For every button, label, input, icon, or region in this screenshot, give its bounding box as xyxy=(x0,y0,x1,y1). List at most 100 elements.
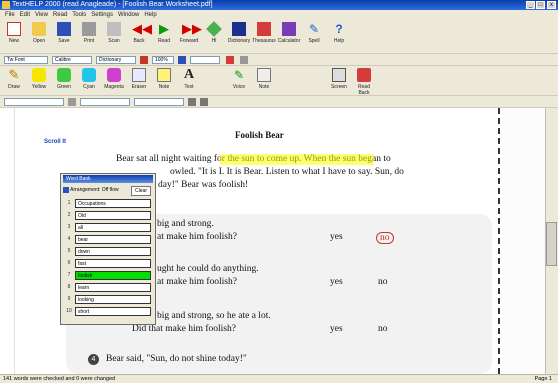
word-row[interactable]: 4 bear xyxy=(65,234,151,245)
print-button[interactable]: Print xyxy=(77,22,101,44)
word-row[interactable]: 5 down xyxy=(65,246,151,257)
question-3-statement[interactable]: big and strong, so he ate a lot. xyxy=(157,311,271,321)
read-back-tool[interactable]: Read Back xyxy=(352,68,376,96)
question-3-yes[interactable]: yes xyxy=(330,324,343,334)
word-row[interactable]: 9 looking xyxy=(65,294,151,305)
menu-tools[interactable]: Tools xyxy=(72,12,86,18)
menu-edit[interactable]: Edit xyxy=(20,12,30,18)
text-line-3[interactable]: day!" Bear was foolish! xyxy=(158,180,248,190)
menu-help[interactable]: Help xyxy=(144,12,156,18)
highlight-button[interactable]: Hl xyxy=(202,21,226,44)
maximize-button[interactable]: □ xyxy=(536,1,545,9)
green-highlighter[interactable]: Green xyxy=(52,68,76,90)
word-cell[interactable]: short xyxy=(75,307,151,316)
font-select[interactable]: Tw Font xyxy=(4,56,48,64)
forward-button[interactable]: ▶▶ Forward xyxy=(177,22,202,45)
word-cell[interactable]: all xyxy=(75,223,151,232)
screen-tool[interactable]: Screen xyxy=(327,68,351,90)
note-tool[interactable]: Note xyxy=(152,68,176,90)
draw-tool[interactable]: ✎ Draw xyxy=(2,68,26,91)
style-option-icon[interactable] xyxy=(68,98,76,106)
options-icon[interactable] xyxy=(200,98,208,106)
word-cell[interactable]: bear xyxy=(75,235,151,244)
magenta-highlighter[interactable]: Magenta xyxy=(102,68,126,90)
question-1-no-circled[interactable]: no xyxy=(376,232,394,244)
speed-select[interactable] xyxy=(134,98,184,106)
style-select[interactable] xyxy=(4,98,64,106)
word-cell[interactable]: looking xyxy=(75,295,151,304)
option-icon[interactable] xyxy=(226,56,234,64)
format-option-icon[interactable] xyxy=(140,56,148,64)
dictionary-button[interactable]: Dictionary xyxy=(227,22,251,44)
yellow-highlight xyxy=(220,154,374,165)
menu-read[interactable]: Read xyxy=(53,12,67,18)
minimize-button[interactable]: _ xyxy=(526,1,535,9)
read-button[interactable]: ▶ Read xyxy=(152,22,176,45)
folder-icon xyxy=(32,22,46,36)
text-tool[interactable]: A Text xyxy=(177,68,201,91)
extra-select[interactable] xyxy=(190,56,220,64)
word-cell[interactable]: foolish xyxy=(75,271,151,280)
eraser-tool[interactable]: Eraser xyxy=(127,68,151,90)
word-cell[interactable]: fast xyxy=(75,259,151,268)
menu-bar: File Edit View Read Tools Settings Window Help xyxy=(0,10,558,20)
main-toolbar: New Open Save Print Scan ◀◀ Back ▶ Read ▶▶… xyxy=(0,20,558,54)
menu-window[interactable]: Window xyxy=(118,12,139,18)
panel-clear-button[interactable]: Clear xyxy=(131,186,151,196)
yellow-highlighter[interactable]: Yellow xyxy=(27,68,51,90)
word-row[interactable]: 2 Old xyxy=(65,210,151,221)
menu-view[interactable]: View xyxy=(35,12,48,18)
scan-button[interactable]: Scan xyxy=(102,22,126,44)
panel-filter-label[interactable]: Arrangement: Off flow xyxy=(70,187,119,193)
word-row[interactable]: 1 Occupations xyxy=(65,198,151,209)
scrollbar-thumb[interactable] xyxy=(546,222,557,266)
word-row-selected[interactable]: 7 foolish xyxy=(65,270,151,281)
word-cell[interactable]: down xyxy=(75,247,151,256)
dictionary-select[interactable]: Dictionary xyxy=(96,56,136,64)
zoom-select[interactable]: 100% xyxy=(152,56,174,64)
color-option-icon[interactable] xyxy=(178,56,186,64)
word-cell[interactable]: learn xyxy=(75,283,151,292)
word-cell[interactable]: Occupations xyxy=(75,199,151,208)
word-cell[interactable]: Old xyxy=(75,211,151,220)
calculator-icon xyxy=(282,22,296,36)
open-button[interactable]: Open xyxy=(27,22,51,44)
note2-tool[interactable]: Note xyxy=(252,68,276,90)
voice-tool[interactable]: ✎ Voice xyxy=(227,68,251,90)
question-1-prompt[interactable]: at make him foolish? xyxy=(157,232,237,242)
question-2-no[interactable]: no xyxy=(378,277,388,287)
close-button[interactable]: x xyxy=(547,1,556,9)
back-button[interactable]: ◀◀ Back xyxy=(127,22,152,45)
voice-select[interactable] xyxy=(80,98,130,106)
margin-label[interactable]: Scroll It xyxy=(44,139,66,145)
question-1-yes[interactable]: yes xyxy=(330,232,343,242)
question-2-prompt[interactable]: at make him foolish? xyxy=(157,277,237,287)
save-button[interactable]: Save xyxy=(52,22,76,44)
cyan-highlighter[interactable]: Cyan xyxy=(77,68,101,90)
grid-icon[interactable] xyxy=(240,56,248,64)
question-3-no[interactable]: no xyxy=(378,324,388,334)
panel-arrangement-icon[interactable] xyxy=(63,186,69,193)
word-bank-panel[interactable]: Word Bank Arrangement: Off flow Clear 1O… xyxy=(60,173,156,325)
menu-settings[interactable]: Settings xyxy=(91,12,113,18)
word-row[interactable]: 6 fast xyxy=(65,258,151,269)
word-row[interactable]: 3 all xyxy=(65,222,151,233)
calculator-button[interactable]: Calculator xyxy=(277,22,301,44)
printer-icon xyxy=(82,22,96,36)
question-4-statement[interactable]: Bear said, "Sun, do not shine today!" xyxy=(106,354,247,364)
question-1-statement[interactable]: big and strong. xyxy=(157,219,214,229)
menu-file[interactable]: File xyxy=(5,12,15,18)
font-size-select[interactable]: Calibre xyxy=(52,56,92,64)
new-button[interactable]: New xyxy=(2,22,26,44)
text-line-2[interactable]: owled. "It is I. It is Bear. Listen to w… xyxy=(170,167,404,177)
thesaurus-button[interactable]: Thesaurus xyxy=(252,22,276,44)
scanner-icon xyxy=(107,22,121,36)
question-2-statement[interactable]: ught he could do anything. xyxy=(157,264,259,274)
word-row[interactable]: 8 learn xyxy=(65,282,151,293)
word-row[interactable]: 10 short xyxy=(65,306,151,317)
spell-button[interactable]: ✎ Spell xyxy=(302,22,326,44)
question-3-prompt[interactable]: Did that make him foolish? xyxy=(132,324,236,334)
question-2-yes[interactable]: yes xyxy=(330,277,343,287)
help-button[interactable]: ? Help xyxy=(327,22,351,44)
settings-icon[interactable] xyxy=(188,98,196,106)
